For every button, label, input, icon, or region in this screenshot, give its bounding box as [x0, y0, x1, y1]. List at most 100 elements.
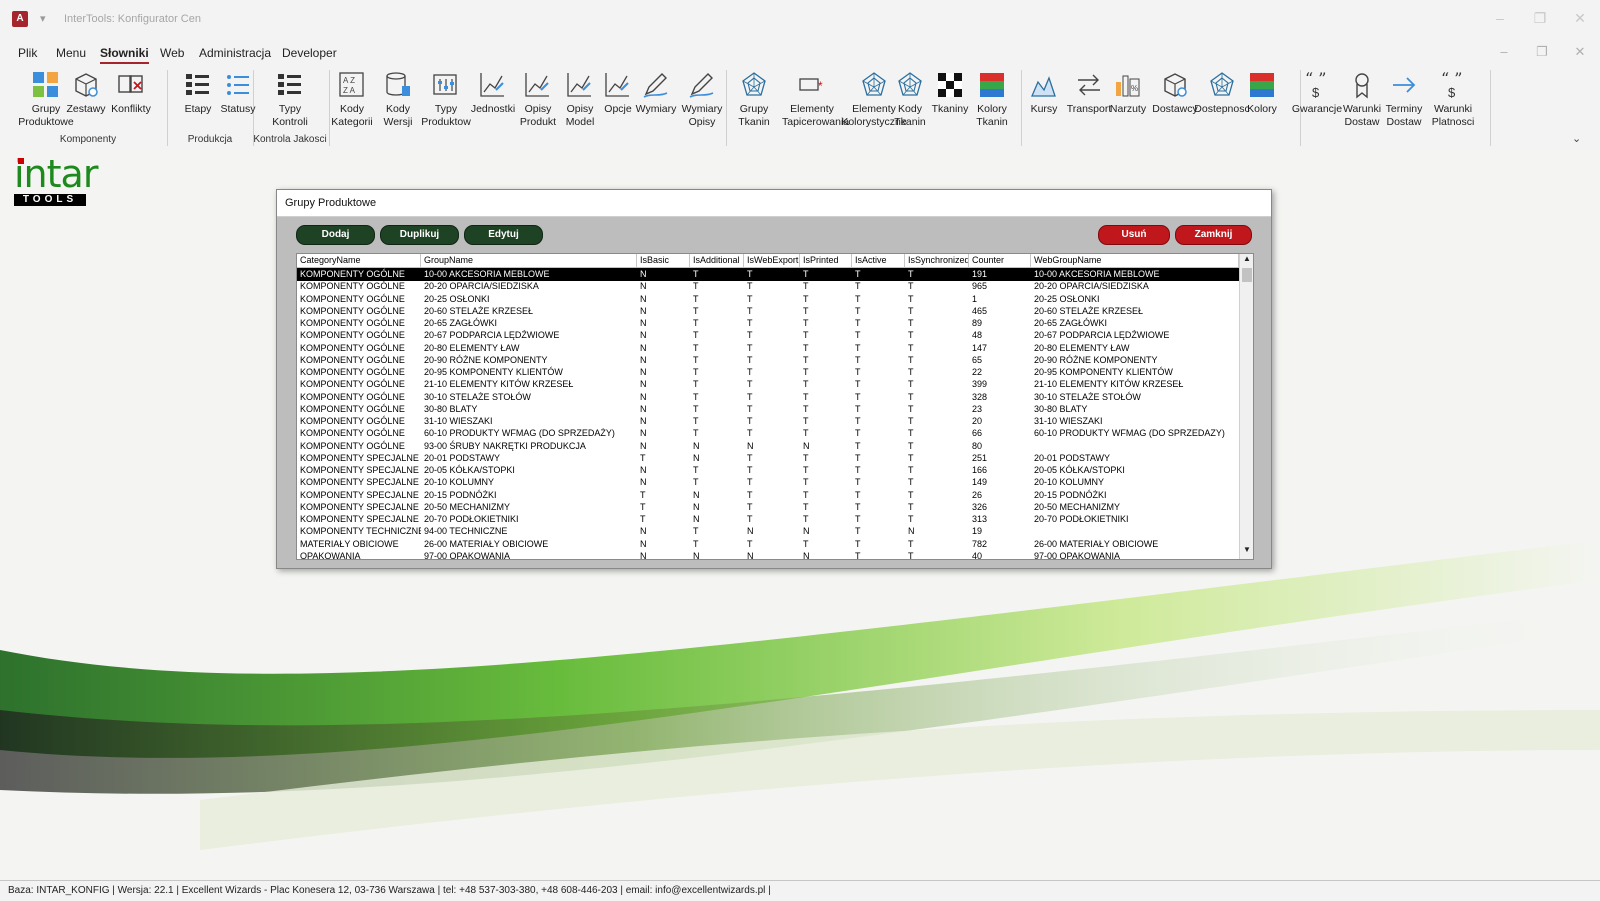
table-row[interactable]: KOMPONENTY OGÓLNE 20-65 ZAGŁÓWKI N T T T T T 89 2… [297, 317, 1239, 330]
add-button[interactable]: Dodaj [296, 225, 375, 245]
mdi-minimize-icon[interactable]: – [1494, 44, 1514, 59]
menu-developer[interactable]: Developer [282, 46, 337, 60]
ribbon-button-label: Grupy Tkanin [738, 103, 770, 128]
ribbon-button-jednostki[interactable]: Jednostki [466, 70, 520, 130]
column-header-groupname[interactable]: GroupName [421, 254, 637, 267]
ribbon-button-elementy-tapicerowania[interactable]: * Elementy Tapicerowania [782, 70, 849, 130]
close-dialog-button[interactable]: Zamknij [1175, 225, 1252, 245]
close-icon[interactable]: ✕ [1570, 10, 1590, 27]
ribbon-button-opisy-produkt[interactable]: Opisy Produkt [516, 70, 560, 130]
menu-slowniki[interactable]: Słowniki [100, 46, 149, 64]
table-row[interactable]: KOMPONENTY SPECJALNE 20-05 KÓŁKA/STOPKI N T… [297, 464, 1239, 477]
cell-counter: 89 [972, 318, 983, 328]
duplicate-button[interactable]: Duplikuj [380, 225, 459, 245]
column-header-counter[interactable]: Counter [969, 254, 1031, 267]
ribbon-button-narzuty[interactable]: % Narzuty [1106, 70, 1150, 130]
table-row[interactable]: KOMPONENTY OGÓLNE 20-20 OPARCIA/SIEDZISKA… [297, 280, 1239, 293]
column-header-isactive[interactable]: IsActive [852, 254, 905, 267]
app-icon[interactable]: A [12, 11, 28, 27]
menu-web[interactable]: Web [160, 46, 184, 60]
ribbon-button-wymiary[interactable]: Wymiary [632, 70, 680, 130]
cell-groupname: 30-10 STELAŻE STOŁÓW [424, 391, 531, 402]
ribbon-button-typy-kontroli[interactable]: Typy Kontroli [258, 70, 322, 130]
table-row[interactable]: KOMPONENTY OGÓLNE 20-80 ELEMENTY ŁAW N T T T T… [297, 342, 1239, 355]
table-row[interactable]: KOMPONENTY SPECJALNE 20-15 PODNÓŻKI T N T T T T… [297, 489, 1239, 502]
ribbon-button-kody-kategorii[interactable]: A ZZ A Kody Kategorii [330, 70, 374, 130]
cell-isadditional: T [693, 526, 699, 537]
ribbon-button-opisy-model[interactable]: Opisy Model [558, 70, 602, 130]
table-row[interactable]: KOMPONENTY OGÓLNE 60-10 PRODUKTY WFMAG (D… [297, 427, 1239, 440]
table-row[interactable]: MATERIAŁY OBICIOWE 26-00 MATERIAŁY OBICIO… [297, 538, 1239, 551]
vertical-scrollbar[interactable]: ▲ ▼ [1239, 254, 1253, 559]
table-row[interactable]: KOMPONENTY OGÓLNE 20-25 OSŁONKI N T T T T T 1 20-… [297, 293, 1239, 306]
cell-isadditional: N [693, 440, 700, 451]
ribbon-button-kolory[interactable]: Kolory [1240, 70, 1284, 130]
ribbon-button-kolory-tkanin[interactable]: Kolory Tkanin [970, 70, 1014, 130]
ribbon-button-etapy[interactable]: Etapy [176, 70, 220, 130]
table-row[interactable]: KOMPONENTY OGÓLNE 20-90 RÓŻNE KOMPONENTY N… [297, 354, 1239, 367]
table-row-selected[interactable]: KOMPONENTY OGÓLNE 10-00 AKCESORIA MEBLOWE… [297, 268, 1239, 281]
table-row[interactable]: KOMPONENTY OGÓLNE 20-95 KOMPONENTY KLIENT… [297, 366, 1239, 379]
table-row[interactable]: KOMPONENTY SPECJALNE 20-01 PODSTAWY T N T T T T… [297, 452, 1239, 465]
cell-isbasic: N [640, 330, 647, 341]
ribbon-button-warunki-platnosci[interactable]: “ ” $ Warunki Platnosci [1426, 70, 1480, 130]
mdi-restore-icon[interactable]: ❐ [1532, 44, 1552, 60]
cell-isactive: T [855, 452, 861, 463]
ribbon-button-zestawy[interactable]: Zestawy [64, 70, 108, 130]
cell-counter: 20 [972, 416, 983, 426]
ribbon-button-wymiary-opisy[interactable]: Wymiary Opisy [676, 70, 728, 130]
cell-iswebexport: T [747, 269, 753, 279]
ribbon-button-dostawcy[interactable]: Dostawcy [1150, 70, 1200, 130]
ribbon-button-tkaniny[interactable]: Tkaniny [930, 70, 970, 130]
column-header-iswebexport[interactable]: IsWebExport [744, 254, 800, 267]
menu-administracja[interactable]: Administracja [199, 46, 271, 60]
cell-isadditional: T [693, 342, 699, 353]
table-row[interactable]: KOMPONENTY OGÓLNE 31-10 WIESZAKI N T T T T T 20 3… [297, 415, 1239, 428]
ribbon-button-konflikty[interactable]: Konflikty [106, 70, 156, 130]
column-header-isbasic[interactable]: IsBasic [637, 254, 690, 267]
quick-access-dropdown-icon[interactable]: ▾ [40, 12, 46, 25]
minimize-icon[interactable]: – [1490, 10, 1510, 26]
ribbon-button-terminy-dostaw[interactable]: Terminy Dostaw [1382, 70, 1426, 130]
ribbon-button-warunki-dostaw[interactable]: Warunki Dostaw [1340, 70, 1384, 130]
edit-button[interactable]: Edytuj [464, 225, 543, 245]
data-grid[interactable]: CategoryName GroupName IsBasic IsAdditional… [296, 253, 1254, 560]
table-row[interactable]: KOMPONENTY OGÓLNE 30-80 BLATY N T T T T T 23 30-8… [297, 403, 1239, 416]
scroll-down-icon[interactable]: ▼ [1240, 545, 1253, 554]
collapse-ribbon-icon[interactable]: ⌄ [1572, 132, 1581, 145]
table-row[interactable]: KOMPONENTY OGÓLNE 30-10 STELAŻE STOŁÓW N T T… [297, 391, 1239, 404]
table-row[interactable]: KOMPONENTY TECHNICZNE 94-00 TECHNICZNE N T N… [297, 525, 1239, 538]
table-row[interactable]: KOMPONENTY SPECJALNE 20-10 KOLUMNY N T T T T T 1… [297, 476, 1239, 489]
column-header-isprinted[interactable]: IsPrinted [800, 254, 852, 267]
ribbon-button-statusy[interactable]: Statusy [216, 70, 260, 130]
column-header-isadditional[interactable]: IsAdditional [690, 254, 744, 267]
column-header-categoryname[interactable]: CategoryName [297, 254, 421, 267]
delete-button[interactable]: Usuń [1098, 225, 1170, 245]
table-row[interactable]: KOMPONENTY SPECJALNE 20-70 PODŁOKIETNIKI T… [297, 513, 1239, 526]
checkerboard-icon [938, 73, 962, 97]
column-header-webgroupname[interactable]: WebGroupName [1031, 254, 1239, 267]
cell-categoryname: KOMPONENTY SPECJALNE [300, 452, 419, 463]
ribbon-button-kursy[interactable]: Kursy [1022, 70, 1066, 130]
scroll-up-icon[interactable]: ▲ [1240, 254, 1253, 263]
menu-plik[interactable]: Plik [18, 46, 37, 60]
scroll-thumb[interactable] [1242, 268, 1252, 282]
column-header-issynchronized[interactable]: IsSynchronized [905, 254, 969, 267]
mdi-close-icon[interactable]: ✕ [1570, 44, 1590, 60]
menu-menu[interactable]: Menu [56, 46, 86, 60]
ribbon-button-kody-tkanin[interactable]: Kody Tkanin [888, 70, 932, 130]
ribbon-button-gwarancje[interactable]: “ ” $ Gwarancje [1290, 70, 1344, 130]
cell-counter: 40 [972, 550, 983, 560]
ribbon-button-kody-wersji[interactable]: Kody Wersji [376, 70, 420, 130]
window-title: InterTools: Konfigurator Cen [64, 13, 201, 25]
table-row[interactable]: KOMPONENTY OGÓLNE 20-67 PODPARCIA LĘDŹWIO… [297, 329, 1239, 342]
table-row[interactable]: KOMPONENTY OGÓLNE 21-10 ELEMENTY KITÓW KR… [297, 378, 1239, 391]
table-row[interactable]: KOMPONENTY OGÓLNE 93-00 ŚRUBY NAKRĘTKI PR… [297, 440, 1239, 453]
table-row[interactable]: OPAKOWANIA 97-00 OPAKOWANIA N N N N T T 40 97-00 … [297, 550, 1239, 560]
cell-counter: 251 [972, 452, 988, 463]
maximize-icon[interactable]: ❐ [1530, 10, 1550, 27]
table-row[interactable]: KOMPONENTY SPECJALNE 20-50 MECHANIZMY T N T T… [297, 501, 1239, 514]
table-row[interactable]: KOMPONENTY OGÓLNE 20-60 STELAŻE KRZESEŁ N T… [297, 305, 1239, 318]
ribbon-button-grupy-tkanin[interactable]: Grupy Tkanin [732, 70, 776, 130]
cell-issynchronized: T [908, 428, 914, 439]
